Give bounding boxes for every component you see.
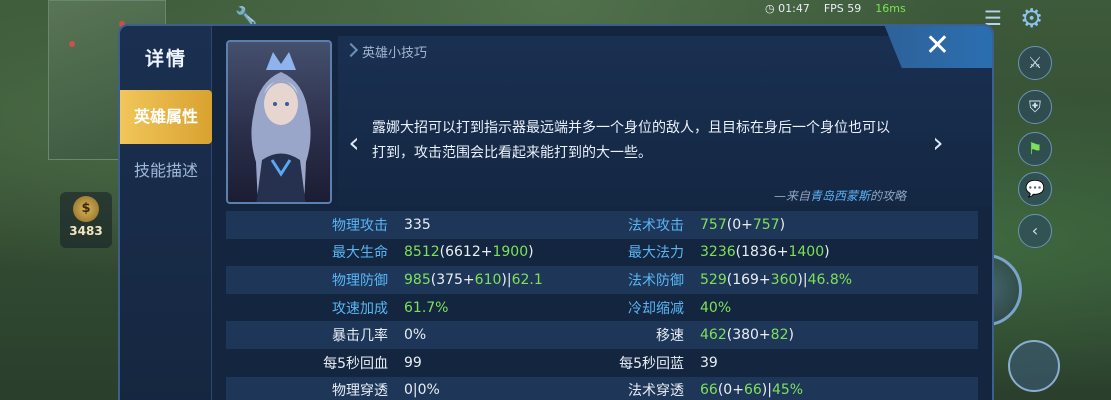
stat-label: 法术攻击 [628,217,684,234]
stat-label: 冷却缩减 [628,300,684,317]
money-bag-icon: $ [73,196,99,222]
shield-icon[interactable]: ⛨ [1018,90,1052,124]
stat-value: 99 [404,354,422,371]
stat-value-cell: 8512(6612+1900) [396,244,572,260]
stat-label: 法术穿透 [628,383,684,400]
next-tip-arrow-icon[interactable]: › [924,126,952,160]
stat-bonus: (380+82) [726,327,794,344]
stat-value: 529 [700,271,727,288]
tab-skill-description[interactable]: 技能描述 [120,144,212,198]
stat-value-cell: 40% [692,300,731,316]
stat-value: 985 [404,271,431,288]
stat-row: 物理防御 985(375+610)|62.1 法术防御 529(169+360)|46… [226,266,978,294]
hero-stats-table: 物理攻击 335 法术攻击 757(0+757) 最大生命 8512(6612+1900)… [226,211,978,400]
stat-value: 335 [404,216,431,233]
stat-value-cell: 0|0% [396,382,572,398]
hero-details-panel: 详情 英雄属性 技能描述 英雄小技巧 ‹ 露娜大招可以打到指示器最远端并多一个身… [118,24,994,400]
fps-counter: FPS 59 [823,2,862,15]
stat-percent: 62.1 [511,271,543,288]
stat-value-cell: 529(169+360)|46.8% [700,271,853,288]
stat-value: 0% [404,327,427,344]
status-bar: 01:47 FPS 59 16ms [765,2,906,15]
sword-icon[interactable]: ⚔ [1018,46,1052,80]
tip-text: 露娜大招可以打到指示器最远端并多一个身位的敌人，且目标在身后一个身位也可以打到，… [372,120,890,161]
ping-indicator: 16ms [875,2,906,15]
tip-source: —来自青岛西蒙斯的攻略 [774,187,906,204]
stat-value-cell: 66(0+66)|45% [700,382,804,399]
stat-value-cell: 462(380+82) [692,327,794,343]
stat-value: 8512 [404,244,440,261]
tip-source-author[interactable]: 青岛西蒙斯 [810,189,870,203]
tab-hero-attributes[interactable]: 英雄属性 [120,90,212,144]
stat-percent: 45% [771,382,804,399]
stat-label: 每5秒回血 [323,355,388,372]
stat-value-cell: 757(0+757) [692,217,785,233]
stat-label: 物理攻击 [332,217,388,234]
stat-value: 61.7% [404,299,449,316]
collapse-left-icon[interactable]: ‹ [1018,214,1052,248]
stat-value: 462 [700,327,727,344]
stat-row: 每5秒回血 99 每5秒回蓝 39 [226,349,978,377]
stat-label: 法术防御 [628,272,684,289]
stat-label: 物理防御 [332,272,388,289]
stat-label: 每5秒回蓝 [619,355,684,372]
gold-value: 3483 [69,224,103,238]
stat-value: 39 [700,354,718,371]
stat-label: 物理穿透 [332,383,388,400]
prev-tip-arrow-icon[interactable]: ‹ [340,126,368,160]
stat-value-cell: 985(375+610)|62.1 [404,271,543,288]
stat-value: 66 [700,382,718,399]
panel-sidebar: 详情 英雄属性 技能描述 [120,26,212,400]
tip-source-prefix: —来自 [773,189,810,203]
stat-value: 40% [700,299,732,316]
stat-bonus: (1836+1400) [735,244,830,261]
stat-row: 攻速加成 61.7% 冷却缩减 40% [226,294,978,322]
stat-value-cell: 99 [396,355,572,371]
stat-bonus: (375+610) [430,271,507,288]
stat-row: 最大生命 8512(6612+1900) 最大法力 3236(1836+1400) [226,239,978,267]
stat-value: 3236 [700,244,736,261]
stat-percent: 46.8% [807,271,853,288]
stat-value-cell: 61.7% [396,300,572,316]
stat-bonus: (6612+1900) [439,244,534,261]
tip-title: 英雄小技巧 [362,42,427,61]
stat-bonus: (169+360) [726,271,803,288]
stat-bonus: (0+66) [717,382,768,399]
stat-row: 物理攻击 335 法术攻击 757(0+757) [226,211,978,239]
stat-value-cell: 0% [396,327,572,343]
stat-label: 最大法力 [628,245,684,262]
panel-title: 详情 [144,48,187,70]
stat-row: 暴击几率 0% 移速 462(380+82) [226,321,978,349]
push-button[interactable] [1008,340,1060,392]
stat-value: 757 [700,216,727,233]
stat-bonus: (0+757) [726,216,786,233]
flag-icon[interactable]: ⚑ [1018,132,1052,166]
stat-label: 攻速加成 [332,300,388,317]
chat-icon[interactable]: 💬 [1018,172,1052,206]
gear-icon[interactable]: ⚙ [1020,4,1043,34]
stat-value: 0|0% [404,382,440,399]
hero-portrait [226,40,332,204]
stat-row: 物理穿透 0|0% 法术穿透 66(0+66)|45% [226,376,978,400]
minimap-enemy-dot [69,41,75,47]
stat-label: 最大生命 [332,245,388,262]
stat-value-cell: 335 [396,217,572,233]
gold-counter[interactable]: $ 3483 [60,192,112,248]
stat-value-cell: 3236(1836+1400) [692,244,830,260]
stat-label: 暴击几率 [332,328,388,345]
game-time: 01:47 [765,2,810,15]
stat-value-cell: 39 [692,355,718,371]
stat-label: 移速 [656,328,684,345]
hero-tip-box: 英雄小技巧 ‹ 露娜大招可以打到指示器最远端并多一个身位的敌人，且目标在身后一个… [338,36,992,206]
tip-source-suffix: 的攻略 [869,189,906,203]
